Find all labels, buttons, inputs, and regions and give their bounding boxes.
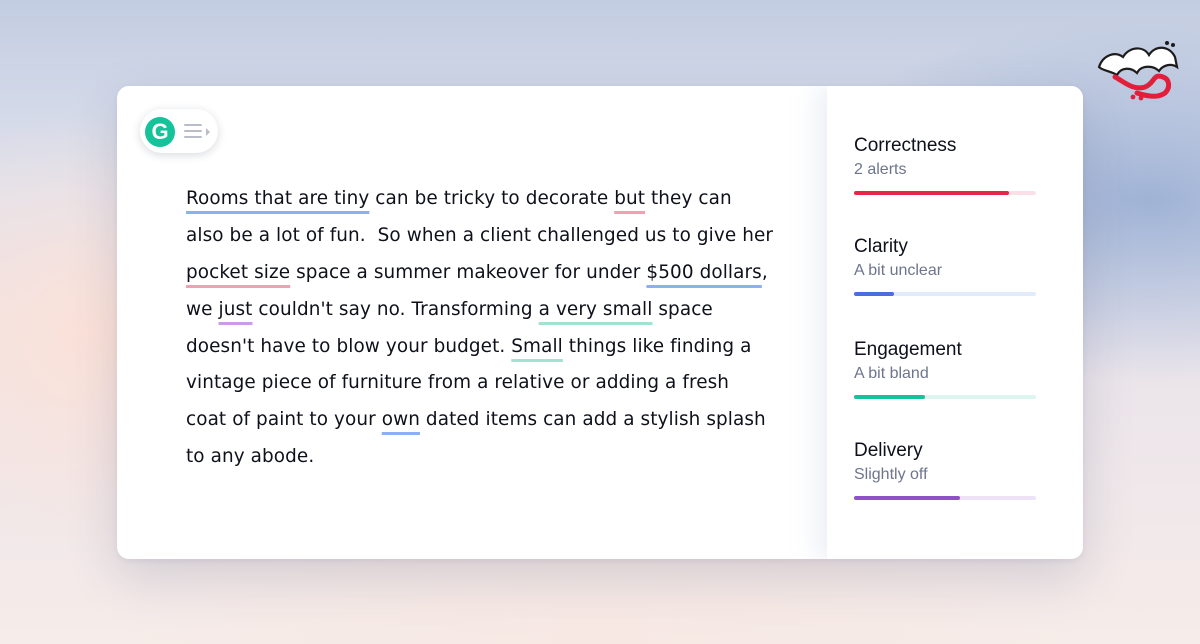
score-bar [854,191,1036,195]
category-engagement[interactable]: Engagement A bit bland [854,339,1036,399]
text-line: pocket size space a summer makeover for … [186,255,786,292]
text-segment: couldn't say no. Transforming [252,298,539,320]
suggestion-highlight[interactable]: Rooms that are tiny [186,188,369,209]
suggestion-highlight[interactable]: pocket size [186,262,290,283]
text-line: we just couldn't say no. Transforming a … [186,292,786,329]
grammarly-logo-icon[interactable]: G [145,117,175,147]
text-line: also be a lot of fun. So when a client c… [186,218,786,255]
category-title: Clarity [854,236,908,257]
text-segment: vintage piece of furniture from a relati… [186,372,730,394]
text-line: vintage piece of furniture from a relati… [186,365,786,402]
score-bar [854,496,1036,500]
category-title: Delivery [854,440,923,461]
text-segment: things like finding a [562,335,752,357]
text-segment: they can [645,188,732,209]
text-segment: space a summer makeover for under [290,261,647,283]
text-line: coat of paint to your own dated items ca… [186,402,786,439]
suggestion-highlight[interactable]: $500 dollars [646,262,761,283]
hamburger-menu-icon[interactable] [184,124,202,138]
category-subtitle: 2 alerts [854,161,907,178]
text-line: Rooms that are tiny can be tricky to dec… [186,181,786,218]
text-segment: space [652,298,713,320]
suggestion-highlight[interactable]: just [219,299,253,320]
category-subtitle: A bit bland [854,365,929,382]
text-segment: coat of paint to your [186,409,382,431]
text-segment: , [761,261,768,283]
brand-watermark-logo [1093,37,1183,101]
grammarly-widget[interactable]: G [140,109,218,153]
text-segment: we [186,298,219,320]
editor-card: G Rooms that are tiny can be tricky to d… [117,86,1083,559]
score-bar-fill [854,395,925,399]
suggestion-highlight[interactable]: but [614,188,645,209]
category-clarity[interactable]: Clarity A bit unclear [854,236,1036,296]
score-bar-fill [854,292,895,296]
category-title: Correctness [854,135,957,156]
text-segment: also be a lot of fun. So when a client c… [186,224,774,246]
score-sidebar: Correctness 2 alerts Clarity A bit uncle… [827,86,1083,559]
text-line: to any abode. [186,439,786,476]
score-bar-fill [854,191,1009,195]
category-correctness[interactable]: Correctness 2 alerts [854,135,1036,195]
suggestion-highlight[interactable]: a very small [539,299,653,320]
suggestion-highlight[interactable]: Small [511,336,563,357]
text-segment: to any abode. [186,446,315,468]
text-line: doesn't have to blow your budget. Small … [186,329,786,366]
text-segment: can be tricky to decorate [369,188,615,209]
score-bar [854,395,1036,399]
caret-right-icon[interactable] [206,128,210,136]
category-delivery[interactable]: Delivery Slightly off [854,440,1036,500]
score-bar-fill [854,496,960,500]
text-segment: dated items can add a stylish splash [419,409,766,431]
document-text[interactable]: Rooms that are tiny can be tricky to dec… [186,181,786,476]
category-title: Engagement [854,339,962,360]
score-bar [854,292,1036,296]
suggestion-highlight[interactable]: own [382,409,420,430]
text-segment: doesn't have to blow your budget. [186,335,512,357]
category-subtitle: A bit unclear [854,262,943,279]
category-subtitle: Slightly off [854,466,928,483]
